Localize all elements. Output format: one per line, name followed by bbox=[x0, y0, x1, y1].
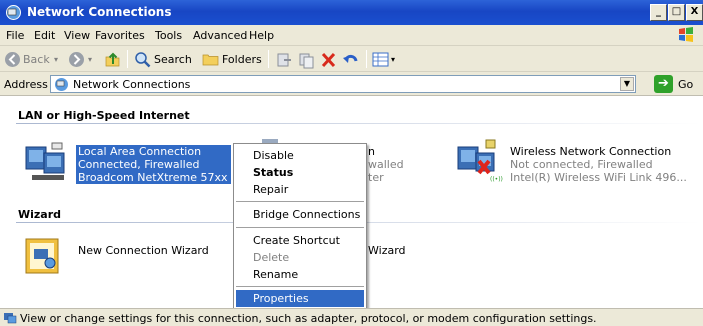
partial-name: n bbox=[368, 145, 375, 158]
network-connections-icon bbox=[6, 5, 21, 20]
window-title: Network Connections bbox=[27, 5, 172, 19]
context-menu-delete: Delete bbox=[253, 251, 290, 264]
minimize-button[interactable]: _ bbox=[650, 4, 667, 21]
partial-adapter: ter bbox=[368, 171, 384, 184]
address-bar: Address Network Connections ▼ ➔ Go bbox=[0, 72, 703, 96]
search-label: Search bbox=[154, 53, 192, 66]
menu-view[interactable]: View bbox=[64, 29, 90, 42]
back-button[interactable]: Back ▾ bbox=[4, 51, 64, 69]
folders-label: Folders bbox=[222, 53, 262, 66]
context-menu-separator bbox=[236, 201, 364, 202]
group-header-wizard: Wizard bbox=[18, 208, 62, 221]
svg-text:((•)): ((•)) bbox=[490, 176, 503, 183]
go-label[interactable]: Go bbox=[678, 78, 693, 91]
wireless-connection-label[interactable]: Wireless Network Connection Not connecte… bbox=[510, 145, 687, 184]
close-button[interactable]: X bbox=[686, 4, 703, 21]
new-connection-wizard-label[interactable]: New Connection Wizard bbox=[78, 244, 209, 257]
context-menu-rename[interactable]: Rename bbox=[236, 266, 364, 283]
views-icon bbox=[372, 52, 389, 67]
group-header-lan: LAN or High-Speed Internet bbox=[18, 109, 190, 122]
menu-tools[interactable]: Tools bbox=[155, 29, 182, 42]
search-button[interactable]: Search bbox=[134, 51, 196, 69]
copy-to-icon[interactable] bbox=[298, 51, 315, 69]
views-button[interactable]: ▾ bbox=[372, 51, 402, 69]
context-menu: Disable Status Repair Bridge Connections… bbox=[233, 143, 367, 310]
folders-button[interactable]: Folders bbox=[202, 51, 264, 69]
network-status-icon bbox=[4, 313, 17, 324]
windows-logo-icon bbox=[679, 27, 693, 42]
status-text: View or change settings for this connect… bbox=[20, 312, 597, 325]
up-folder-icon[interactable] bbox=[104, 51, 121, 69]
address-value: Network Connections bbox=[73, 78, 191, 91]
lan-connection-icon[interactable] bbox=[22, 139, 70, 187]
delete-icon[interactable] bbox=[320, 51, 337, 69]
views-dropdown-icon: ▾ bbox=[391, 55, 396, 64]
wireless-status: Not connected, Firewalled bbox=[510, 158, 653, 171]
back-label: Back bbox=[23, 53, 50, 66]
go-button[interactable]: ➔ bbox=[654, 75, 673, 93]
status-bar: View or change settings for this connect… bbox=[0, 308, 703, 326]
address-input[interactable]: Network Connections ▼ bbox=[50, 75, 636, 93]
search-icon bbox=[135, 52, 151, 68]
lan-status: Connected, Firewalled bbox=[78, 158, 200, 171]
address-label: Address bbox=[4, 78, 48, 91]
forward-button[interactable]: ▾ bbox=[68, 51, 98, 69]
context-menu-bridge[interactable]: Bridge Connections bbox=[236, 206, 364, 223]
context-menu-disable[interactable]: Disable bbox=[236, 147, 364, 164]
move-to-icon[interactable] bbox=[276, 51, 293, 69]
menu-bar: File Edit View Favorites Tools Advanced … bbox=[0, 25, 703, 46]
back-arrow-icon bbox=[5, 52, 20, 67]
new-connection-wizard-icon[interactable] bbox=[24, 237, 64, 277]
menu-advanced[interactable]: Advanced bbox=[193, 29, 247, 42]
menu-edit[interactable]: Edit bbox=[34, 29, 55, 42]
menu-favorites[interactable]: Favorites bbox=[95, 29, 145, 42]
back-dropdown-icon[interactable]: ▾ bbox=[54, 52, 58, 68]
lan-name: Local Area Connection bbox=[78, 145, 202, 158]
menu-file[interactable]: File bbox=[6, 29, 24, 42]
context-menu-separator bbox=[236, 227, 364, 228]
network-connections-icon bbox=[55, 78, 68, 91]
forward-arrow-icon bbox=[69, 52, 84, 67]
partial-wizard-label[interactable]: Wizard bbox=[368, 244, 406, 257]
context-menu-separator bbox=[236, 286, 364, 287]
toolbar: Back ▾ ▾ Search Folders ▾ bbox=[0, 46, 703, 72]
lan-adapter: Broadcom NetXtreme 57xx Gig... bbox=[78, 171, 230, 184]
wireless-name: Wireless Network Connection bbox=[510, 145, 672, 158]
folders-icon bbox=[202, 54, 219, 66]
maximize-button[interactable]: □ bbox=[668, 4, 685, 21]
title-bar[interactable]: Network Connections _ □ X bbox=[0, 0, 703, 25]
undo-icon[interactable] bbox=[342, 51, 359, 69]
wireless-connection-icon[interactable]: ((•)) bbox=[456, 137, 504, 185]
wireless-adapter: Intel(R) Wireless WiFi Link 496... bbox=[510, 171, 687, 184]
context-menu-create-shortcut[interactable]: Create Shortcut bbox=[236, 232, 364, 249]
context-menu-repair[interactable]: Repair bbox=[236, 181, 364, 198]
menu-help[interactable]: Help bbox=[249, 29, 274, 42]
address-dropdown-icon[interactable]: ▼ bbox=[620, 77, 634, 91]
partial-status: walled bbox=[368, 158, 404, 171]
partial-connection-label[interactable]: n walled ter bbox=[368, 145, 404, 184]
context-menu-properties[interactable]: Properties bbox=[236, 290, 364, 307]
group-divider bbox=[16, 123, 701, 124]
forward-dropdown-icon[interactable]: ▾ bbox=[88, 52, 92, 68]
context-menu-status[interactable]: Status bbox=[236, 164, 364, 181]
